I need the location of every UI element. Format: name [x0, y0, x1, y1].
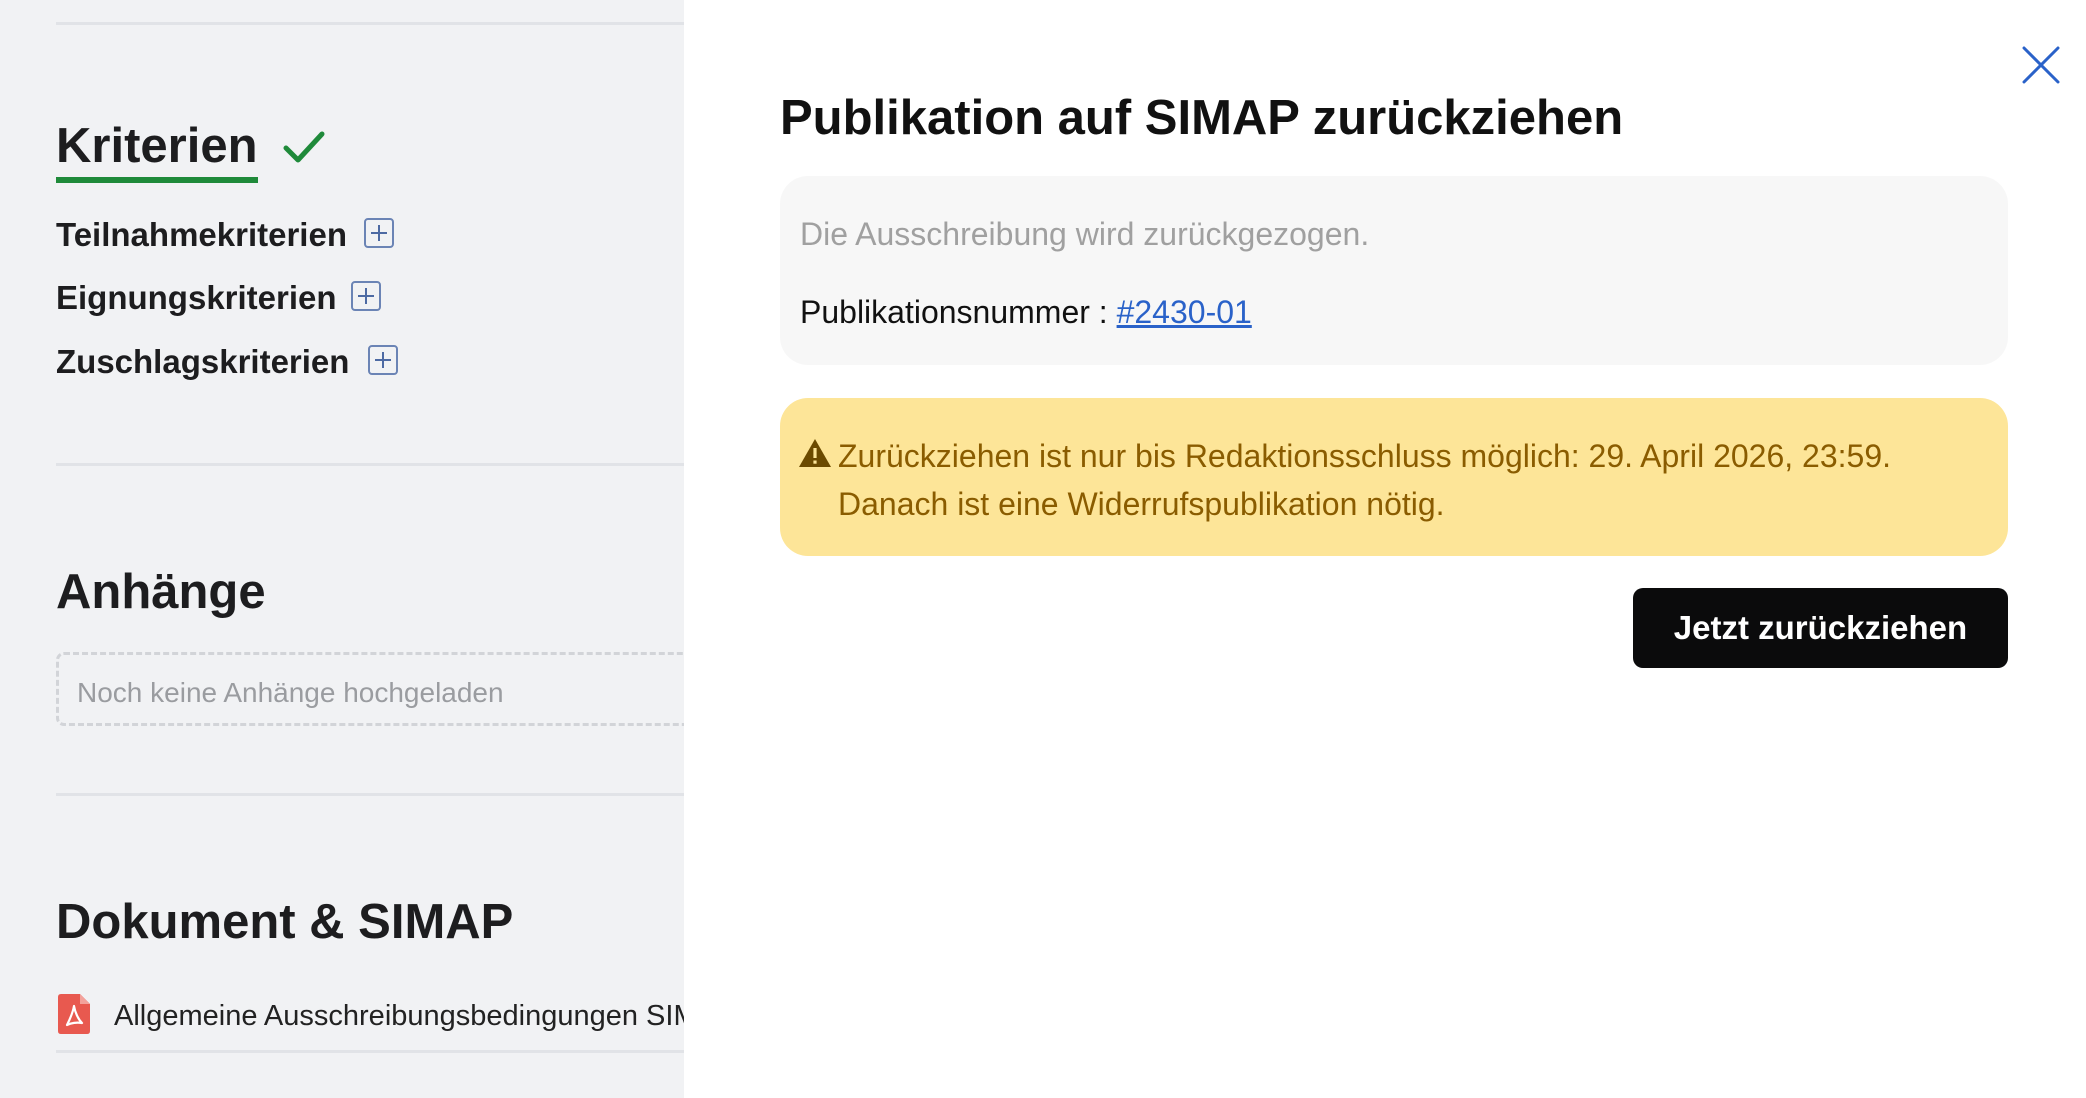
attachments-dropzone[interactable]: Noch keine Anhänge hochgeladen: [56, 652, 684, 726]
criteria-item-eignung: Eignungskriterien: [56, 279, 337, 316]
close-icon[interactable]: [2020, 44, 2062, 86]
attachments-empty-text: Noch keine Anhänge hochgeladen: [77, 677, 504, 708]
section-title-dokument-simap: Dokument & SIMAP: [56, 895, 514, 949]
add-zuschlagskriterium-button[interactable]: [368, 345, 398, 375]
info-text: Die Ausschreibung wird zurückgezogen.: [800, 216, 1370, 252]
divider: [56, 22, 684, 25]
divider: [56, 1050, 684, 1053]
background-page: Kriterien Teilnahmekriterien Eignungskri…: [0, 0, 684, 1098]
warning-banner: Zurückziehen ist nur bis Redaktionsschlu…: [780, 398, 2008, 556]
warning-icon: [799, 439, 831, 467]
pdf-icon: [58, 994, 90, 1034]
section-title-anhaenge: Anhänge: [56, 565, 266, 619]
withdraw-publication-dialog: Publikation auf SIMAP zurückziehen Die A…: [684, 0, 2086, 1098]
divider: [56, 463, 684, 466]
publication-number-link[interactable]: #2430-01: [1117, 294, 1252, 330]
publication-number-line: Publikationsnummer : #2430-01: [800, 294, 1252, 331]
criteria-item-zuschlag: Zuschlagskriterien: [56, 343, 350, 380]
add-teilnahmekriterium-button[interactable]: [364, 218, 394, 248]
withdraw-now-button[interactable]: Jetzt zurückziehen: [1633, 588, 2008, 668]
publication-number-label: Publikationsnummer :: [800, 294, 1117, 330]
publication-info-card: Die Ausschreibung wird zurückgezogen. Pu…: [780, 176, 2008, 365]
dialog-title: Publikation auf SIMAP zurückziehen: [780, 91, 1624, 145]
warning-text: Zurückziehen ist nur bis Redaktionsschlu…: [838, 438, 1891, 522]
section-title-kriterien: Kriterien: [56, 122, 258, 183]
divider: [56, 793, 684, 796]
add-eignungskriterium-button[interactable]: [351, 281, 381, 311]
document-label: Allgemeine Ausschreibungsbedingungen SIM…: [114, 1000, 684, 1032]
criteria-item-teilnahme: Teilnahmekriterien: [56, 216, 347, 253]
check-icon: [283, 131, 325, 163]
